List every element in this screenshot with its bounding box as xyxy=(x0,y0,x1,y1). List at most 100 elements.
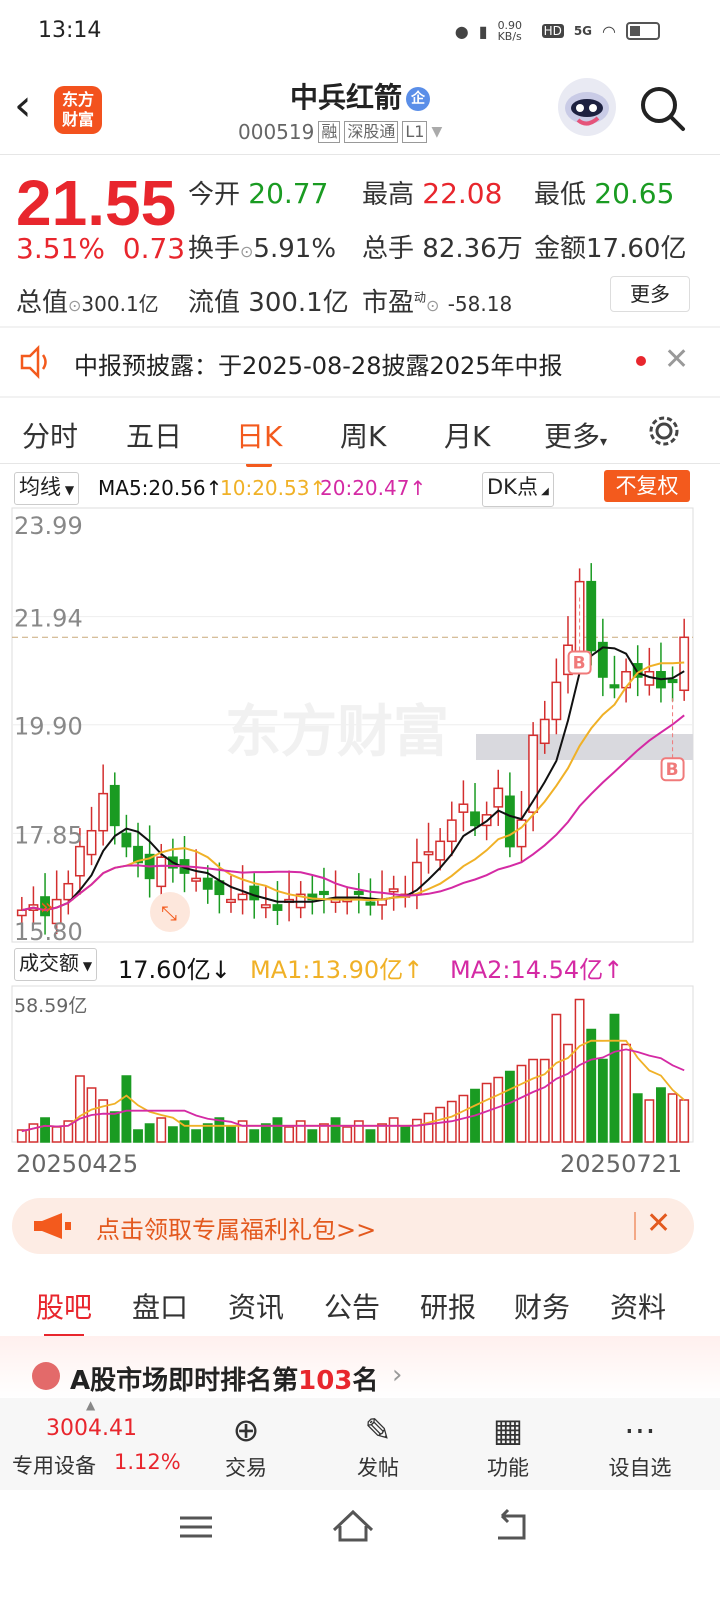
volume-ma2-line xyxy=(21,1048,685,1133)
y-tick-label: 17.85 xyxy=(14,821,83,849)
candle-body xyxy=(86,829,97,856)
stock-code: 000519 xyxy=(238,120,315,144)
tab-day-k[interactable]: 日K xyxy=(236,415,282,467)
subtab-announcements[interactable]: 公告 xyxy=(324,1286,380,1326)
candle-body xyxy=(504,795,515,848)
robot-avatar-icon[interactable] xyxy=(558,78,616,136)
wifi-icon: ◠ xyxy=(602,21,616,41)
y-tick-label: 15.80 xyxy=(14,918,83,946)
buy-signal-label: B xyxy=(666,760,679,780)
candle-body xyxy=(539,718,550,745)
volume-bar xyxy=(295,1120,306,1143)
nav-add-watchlist[interactable]: ⋯ 设自选 xyxy=(590,1408,690,1482)
index-value[interactable]: 3004.41 xyxy=(46,1416,137,1441)
candle-body xyxy=(63,882,74,901)
candle-body xyxy=(609,684,620,689)
nav-trade[interactable]: ⊕ 交易 xyxy=(196,1408,296,1482)
candlestick-chart[interactable]: 东方财富 B B 23.99 21.94 19.90 17.85 15.80 ⤡ » xyxy=(0,506,720,946)
tab-more[interactable]: 更多▾ xyxy=(544,415,607,455)
tab-week-k[interactable]: 周K xyxy=(340,415,386,455)
notice-bar[interactable]: 中报预披露：于2025-08-28披露2025年中报 ✕ xyxy=(0,330,720,394)
nav-post[interactable]: ✎ 发帖 xyxy=(328,1408,428,1482)
subtab-research[interactable]: 研报 xyxy=(420,1286,476,1326)
divider xyxy=(0,154,720,155)
volume-quote: 总手 82.36万 xyxy=(362,234,523,264)
volume-bar xyxy=(109,1111,120,1143)
menu-icon[interactable] xyxy=(176,1512,216,1542)
subtab-news[interactable]: 资讯 xyxy=(228,1286,284,1326)
volume-selector[interactable]: 成交额 ▼ xyxy=(14,948,98,981)
subtab-profile[interactable]: 资料 xyxy=(610,1286,666,1326)
buy-signal-label: B xyxy=(573,654,586,674)
promo-text: 点击领取专属福利礼包>> xyxy=(96,1216,377,1244)
index-pct: 1.12% xyxy=(114,1450,181,1474)
volume-bar xyxy=(644,1099,655,1143)
chevron-down-icon[interactable]: ▼ xyxy=(431,124,442,140)
tab-five-day[interactable]: 五日 xyxy=(126,415,182,455)
status-icons: ● ▮ 0.90 KB/s HD 5G ◠ xyxy=(455,20,660,42)
volume-bar xyxy=(307,1129,318,1143)
candle-body xyxy=(667,678,678,684)
chevron-right-icon: › xyxy=(392,1360,403,1390)
rank-banner[interactable]: A股市场即时排名第103名 › xyxy=(0,1336,720,1398)
volume-bar xyxy=(528,1058,539,1143)
subtab-guba[interactable]: 股吧 xyxy=(36,1286,92,1338)
promo-banner[interactable]: 点击领取专属福利礼包>> ✕ xyxy=(12,1198,694,1254)
expand-arrow: ⤡ xyxy=(161,901,177,925)
grid-icon: ▦ xyxy=(492,1411,524,1449)
volume-bar xyxy=(330,1117,341,1143)
candle-body xyxy=(423,851,434,856)
tab-minute[interactable]: 分时 xyxy=(22,415,78,455)
volume-bar xyxy=(411,1118,422,1143)
candle-body xyxy=(679,636,690,692)
home-icon[interactable] xyxy=(330,1506,376,1546)
close-icon[interactable]: ✕ xyxy=(646,1206,671,1241)
divider xyxy=(0,396,720,398)
candle-body xyxy=(586,580,597,652)
rank-text: A股市场即时排名第103名 xyxy=(70,1366,379,1396)
location-icon: ● xyxy=(454,21,469,41)
candle-body xyxy=(435,840,446,861)
volume-bar xyxy=(121,1075,132,1143)
subtab-pankou[interactable]: 盘口 xyxy=(132,1286,188,1326)
back-nav-icon[interactable] xyxy=(492,1508,532,1544)
fuquan-button[interactable]: 不复权 xyxy=(604,470,690,502)
volume-bar xyxy=(191,1129,202,1143)
ma-selector[interactable]: 均线 ▼ xyxy=(14,472,80,505)
y-tick-label: 19.90 xyxy=(14,713,83,741)
more-icon: ⋯ xyxy=(624,1411,656,1449)
candle-body xyxy=(458,803,469,813)
notice-text: 中报预披露：于2025-08-28披露2025年中报 xyxy=(74,352,563,380)
candle-body xyxy=(272,904,283,911)
low-quote: 最低 20.65 xyxy=(534,177,675,210)
more-quote-button[interactable]: 更多 xyxy=(610,276,690,312)
stock-header: ‹ 东方 财富 中兵红箭企 000519 融 深股通 L1 ▼ xyxy=(0,70,720,154)
volume-bar xyxy=(586,1028,597,1143)
rank-icon xyxy=(32,1362,60,1390)
subtab-finance[interactable]: 财务 xyxy=(514,1286,570,1326)
volume-ma1: MA1:13.90亿↑ xyxy=(250,956,424,984)
candle-body xyxy=(156,856,167,888)
dk-button[interactable]: DK点 ◢ xyxy=(482,472,554,507)
candle-body xyxy=(202,877,213,890)
volume-bar xyxy=(435,1106,446,1143)
ma5-value: MA5:20.56↑ xyxy=(98,476,223,500)
ma20-value: 20:20.47↑ xyxy=(320,476,427,500)
sub-tabs: 股吧 盘口 资讯 公告 研报 财务 资料 xyxy=(0,1274,720,1338)
chart-tabs: 分时 五日 日K 周K 月K 更多▾ xyxy=(0,405,720,467)
candle-body xyxy=(191,877,202,882)
ma5-line xyxy=(21,646,685,912)
tab-month-k[interactable]: 月K xyxy=(444,415,490,455)
promo-divider xyxy=(634,1212,636,1240)
volume-chart[interactable]: 58.59亿 xyxy=(0,984,720,1144)
caret-up-icon: ▲ xyxy=(86,1398,96,1412)
volume-bar xyxy=(16,1129,27,1143)
gear-icon[interactable] xyxy=(646,413,682,449)
collapse-icon[interactable]: » xyxy=(40,895,53,920)
volume-bar xyxy=(656,1087,666,1143)
volume-bar xyxy=(400,1126,411,1143)
close-icon[interactable]: ✕ xyxy=(664,342,689,377)
search-icon[interactable] xyxy=(638,84,688,134)
edit-icon: ✎ xyxy=(364,1411,392,1449)
nav-functions[interactable]: ▦ 功能 xyxy=(458,1408,558,1482)
